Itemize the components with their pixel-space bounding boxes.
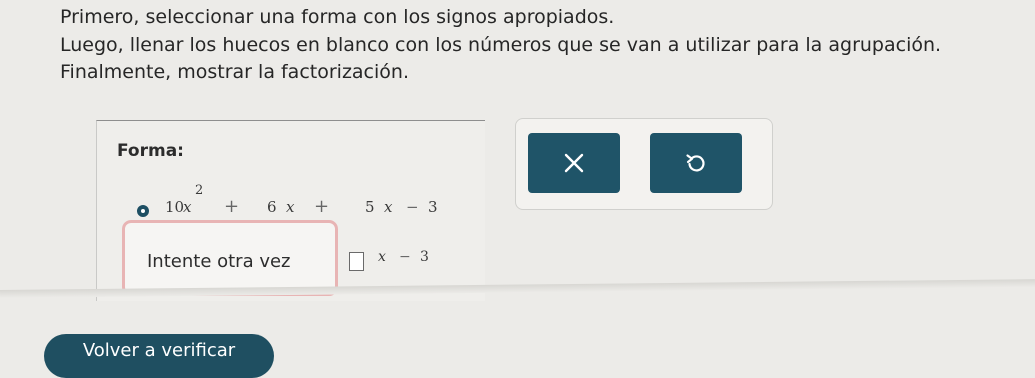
factor-operator: − <box>399 249 411 265</box>
term-variable-2: x <box>286 198 295 216</box>
term-constant: 3 <box>428 198 438 216</box>
term-exponent-1: 2 <box>195 183 204 198</box>
operator-1: + <box>224 196 240 217</box>
feedback-message: Intente otra vez <box>147 251 291 272</box>
factor-variable: x <box>378 249 386 265</box>
term-variable-3: x <box>384 198 393 216</box>
control-panel <box>515 118 773 210</box>
factor-constant: 3 <box>420 249 429 265</box>
undo-icon <box>686 154 705 172</box>
operator-3: − <box>406 198 419 216</box>
term-coefficient-3: 5 <box>365 198 375 216</box>
polynomial-expression[interactable]: 10 x 2 + 6 x + 5 x − 3 <box>97 183 485 223</box>
undo-button[interactable] <box>650 133 742 193</box>
term-coefficient-2: 6 <box>267 198 277 216</box>
instruction-line-2: Luego, llenar los huecos en blanco con l… <box>60 33 942 56</box>
instructions: Primero, seleccionar una forma con los s… <box>60 4 1020 87</box>
clear-button[interactable] <box>528 133 620 193</box>
operator-2: + <box>314 196 330 217</box>
term-coefficient-1: 10 <box>165 198 185 216</box>
close-icon <box>564 153 584 173</box>
instruction-line-3: Finalmente, mostrar la factorización. <box>60 61 409 83</box>
term-variable-1: x <box>183 198 192 216</box>
blank-input-box[interactable] <box>349 252 364 271</box>
forma-label: Forma: <box>117 141 184 161</box>
check-again-button[interactable]: Volver a verificar <box>44 334 274 378</box>
instruction-line-1: Primero, seleccionar una forma con los s… <box>60 6 615 28</box>
feedback-box: Intente otra vez <box>122 220 338 296</box>
